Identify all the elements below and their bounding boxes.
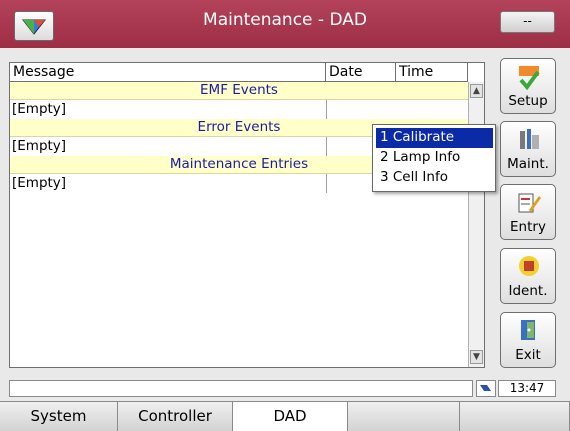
- app-menu-button[interactable]: [14, 11, 54, 41]
- row-message: [Empty]: [12, 138, 67, 154]
- column-header-date[interactable]: Date: [326, 63, 396, 82]
- column-divider: [326, 100, 327, 119]
- row-message: [Empty]: [12, 101, 67, 117]
- bottom-tab-bar: System Controller DAD: [0, 401, 570, 431]
- emf-check-icon: [519, 66, 540, 90]
- chip-icon: [519, 256, 539, 276]
- exit-label: Exit: [515, 347, 541, 363]
- menu-item-calibrate[interactable]: 1 Calibrate: [376, 128, 493, 148]
- scroll-down-icon[interactable]: ▼: [470, 350, 483, 364]
- ident-button[interactable]: Ident.: [500, 248, 556, 304]
- network-status-icon: [476, 380, 496, 397]
- tab-empty-1[interactable]: [348, 402, 460, 431]
- setup-label: Setup: [508, 93, 548, 109]
- tools-icon: [520, 129, 539, 149]
- entry-label: Entry: [510, 219, 546, 235]
- message-table[interactable]: Message Date Time EMF Events [Empty] Err…: [9, 62, 485, 368]
- column-header-message[interactable]: Message: [10, 63, 326, 82]
- title-bar: Maintenance - DAD --: [0, 0, 570, 48]
- clock: 13:47: [498, 380, 556, 397]
- status-message-bar: [9, 380, 473, 397]
- row-message: [Empty]: [12, 175, 67, 191]
- window-menu-button[interactable]: --: [500, 11, 555, 33]
- tab-empty-2[interactable]: [460, 402, 570, 431]
- app-logo-icon: [21, 19, 47, 35]
- ident-label: Ident.: [508, 283, 548, 299]
- section-emf-events: EMF Events: [10, 82, 468, 100]
- column-header-time[interactable]: Time: [396, 63, 468, 82]
- column-divider: [326, 137, 327, 156]
- scroll-up-icon[interactable]: ▲: [470, 84, 483, 98]
- window-title: Maintenance - DAD: [203, 10, 367, 30]
- maint-label: Maint.: [507, 156, 549, 172]
- entry-edit-icon: [518, 193, 541, 213]
- tab-dad[interactable]: DAD: [233, 402, 348, 431]
- tab-controller[interactable]: Controller: [118, 402, 233, 431]
- column-divider: [326, 174, 327, 193]
- maint-button[interactable]: Maint.: [500, 121, 556, 177]
- maint-popup-menu: 1 Calibrate 2 Lamp Info 3 Cell Info: [372, 124, 496, 192]
- table-row[interactable]: [Empty]: [10, 100, 468, 119]
- exit-button[interactable]: Exit: [500, 312, 556, 368]
- menu-item-lamp-info[interactable]: 2 Lamp Info: [376, 148, 493, 168]
- exit-door-icon: [521, 320, 535, 340]
- setup-button[interactable]: Setup: [500, 58, 556, 114]
- entry-button[interactable]: Entry: [500, 184, 556, 240]
- tab-system[interactable]: System: [0, 402, 118, 431]
- menu-item-cell-info[interactable]: 3 Cell Info: [376, 168, 493, 188]
